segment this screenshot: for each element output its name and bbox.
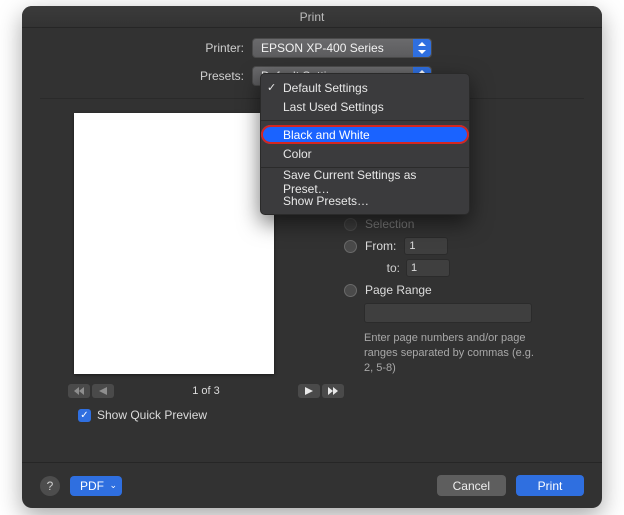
prev-page-button[interactable] [92,384,114,398]
menu-item-black-and-white[interactable]: Black and White [261,125,469,144]
printer-value: EPSON XP-400 Series [261,41,384,55]
chevron-down-icon: ⌄ [109,480,117,491]
pdf-menu-button[interactable]: PDF ⌄ [70,476,122,496]
page-preview [74,113,274,374]
print-dialog: Print Printer: EPSON XP-400 Series Prese… [22,6,602,508]
menu-item-last-used-settings[interactable]: Last Used Settings [261,97,469,116]
window-title: Print [22,6,602,28]
from-field[interactable]: 1 [404,237,448,255]
next-page-button[interactable] [298,384,320,398]
radio-icon [344,240,357,253]
presets-menu[interactable]: ✓ Default Settings Last Used Settings Bl… [260,73,470,215]
presets-label: Presets: [22,69,252,83]
pages-selection-option: Selection [344,217,584,231]
pages-from-option[interactable]: From: 1 [344,237,584,255]
menu-item-default-settings[interactable]: ✓ Default Settings [261,78,469,97]
check-icon: ✓ [267,81,276,94]
page-range-field[interactable] [364,303,532,323]
show-quick-preview-label: Show Quick Preview [97,408,207,422]
help-button[interactable]: ? [40,476,60,496]
last-page-button[interactable] [322,384,344,398]
page-counter: 1 of 3 [128,385,284,397]
menu-item-save-preset[interactable]: Save Current Settings as Preset… [261,172,469,191]
updown-icon [413,39,431,57]
page-range-help: Enter page numbers and/or page ranges se… [364,331,536,376]
menu-separator [261,120,469,121]
show-quick-preview-checkbox[interactable]: ✓ [78,409,91,422]
print-button[interactable]: Print [516,475,584,496]
printer-label: Printer: [22,41,252,55]
radio-icon [344,284,357,297]
menu-item-show-presets[interactable]: Show Presets… [261,191,469,210]
cancel-button[interactable]: Cancel [437,475,506,496]
to-label: to: [364,261,400,275]
pages-range-option[interactable]: Page Range [344,283,584,297]
radio-icon [344,218,357,231]
menu-item-color[interactable]: Color [261,144,469,163]
first-page-button[interactable] [68,384,90,398]
printer-popup[interactable]: EPSON XP-400 Series [252,38,432,58]
to-field[interactable]: 1 [406,259,450,277]
